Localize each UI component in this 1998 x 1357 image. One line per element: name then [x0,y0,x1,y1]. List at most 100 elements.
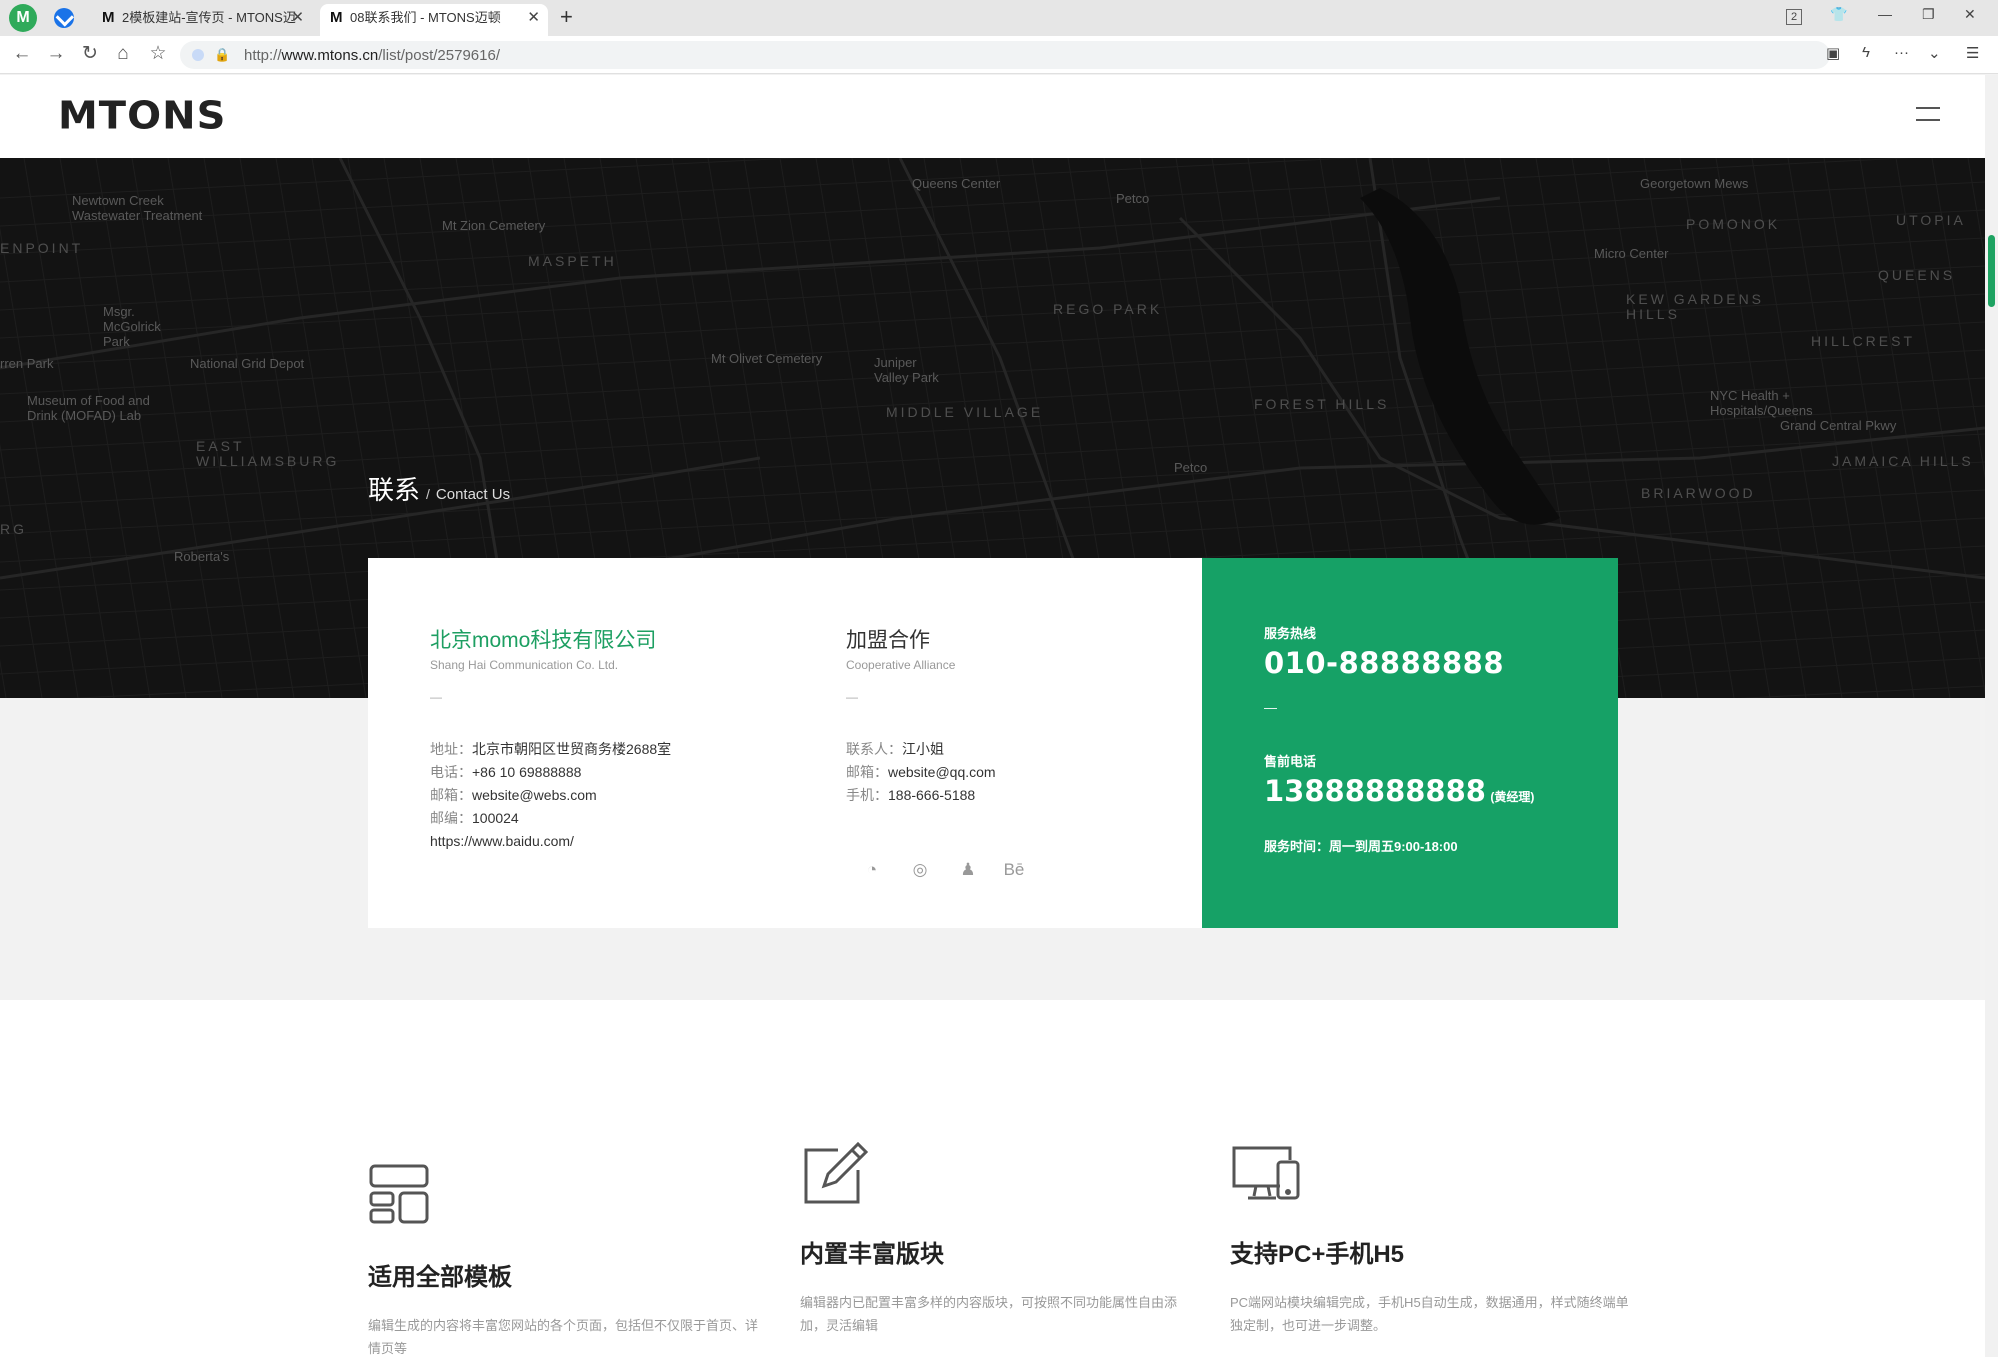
close-window-icon[interactable]: ✕ [1964,6,1976,23]
tab-contact-us[interactable]: M 08联系我们 - MTONS迈顿 ✕ [320,4,548,36]
tab-close-icon[interactable]: ✕ [291,4,304,32]
address-toolbar: ← → ↻ ⌂ ☆ 🔒 http://www.mtons.cn/list/pos… [0,36,1998,74]
url-scheme: http:// [244,47,282,64]
dropdown-icon[interactable]: ⌄ [1928,44,1941,62]
tab-title: 08联系我们 - MTONS迈顿 [350,10,501,25]
feature-description: PC端网站模块编辑完成，手机H5自动生成，数据通用，样式随终端单独定制，也可进一… [1230,1295,1629,1333]
security-icon[interactable]: 🔒 [214,47,230,63]
tab-close-icon[interactable]: ✕ [527,4,540,32]
map-place-label: FOREST HILLS [1254,396,1390,412]
home-icon[interactable]: ⌂ [111,42,135,66]
wechat-icon[interactable]: ◎ [908,858,932,882]
page-title: 联系 / Contact Us [368,470,510,507]
map-place-label: National Grid Depot [190,356,305,371]
pc-mobile-icon [1232,1146,1300,1200]
map-place-label: Queens Center [912,176,1001,191]
detail-key: 电话： [430,764,472,780]
detail-value: +86 10 69888888 [472,764,582,780]
detail-line: 邮箱：website@qq.com [846,761,996,784]
qq-icon[interactable]: ♟ [956,858,980,882]
url-domain: www.mtons.cn [281,47,379,64]
map-place-label: Grand Central Pkwy [1780,418,1897,433]
feature-title: 支持PC+手机H5 [1230,1241,1405,1268]
behance-icon[interactable]: Bē [1002,858,1026,882]
detail-key: 地址： [430,741,472,757]
title-separator: / [426,486,430,502]
alliance-title: 加盟合作 [846,629,930,652]
browser-tab-bar: M M 2模板建站-宣传页 - MTONS迈 ✕ M 08联系我们 - MTON… [0,0,1998,36]
tab-favicon-icon: M [330,9,343,26]
screenshot-icon[interactable]: ▣ [1826,44,1840,62]
company-subtitle: Shang Hai Communication Co. Ltd. [430,658,619,672]
pinned-tab-icon[interactable] [54,8,74,28]
detail-key: 邮编： [430,810,472,826]
service-hours: 服务时间：周一到周五9:00-18:00 [1264,839,1458,854]
url-path: /list/post/2579616/ [378,47,500,64]
forward-icon[interactable]: → [44,42,68,66]
weibo-icon[interactable]: ◔ [860,858,884,882]
more-icon[interactable]: ··· [1894,44,1909,61]
detail-key: 手机： [846,787,888,803]
map-place-label: ENPOINT [0,240,84,256]
map-place-label: POMONOK [1686,216,1781,232]
detail-key: 邮箱： [846,764,888,780]
map-place-label: Mt Zion Cemetery [442,218,546,233]
scrollbar-thumb[interactable] [1988,235,1995,307]
favorites-icon[interactable]: ☆ [146,42,170,66]
new-tab-button[interactable]: + [560,4,573,30]
map-place-label: EAST WILLIAMSBURG [196,438,340,469]
reload-icon[interactable]: ↻ [78,42,102,66]
detail-value: website@webs.com [472,787,597,803]
page-viewport: MTONS Newtown Creek Wastewater Treatment… [0,75,1985,1357]
feature-description: 编辑生成的内容将丰富您网站的各个页面，包括但不仅限于首页、详情页等 [368,1318,759,1356]
page-scrollbar[interactable] [1985,75,1998,1357]
divider-dash: — [846,690,858,704]
url-text[interactable]: http://www.mtons.cn/list/post/2579616/ [244,47,500,64]
tab-template-site[interactable]: M 2模板建站-宣传页 - MTONS迈 ✕ [92,4,312,36]
detail-value: 188-666-5188 [888,787,976,803]
feature-description: 编辑器内已配置丰富多样的内容版块，可按照不同功能属性自由添加，灵活编辑 [800,1295,1178,1333]
map-place-label: HILLCREST [1811,333,1916,349]
feature-title: 内置丰富版块 [800,1241,944,1268]
detail-line: 邮编：100024 [430,807,671,830]
map-place-label: Georgetown Mews [1640,176,1749,191]
presale-phone: 13888888888 (黄经理) [1264,774,1534,808]
hotline-label: 服务热线 [1264,626,1317,641]
map-place-label: Roberta's [174,549,230,564]
divider-dash: — [1264,700,1277,715]
url-field[interactable]: 🔒 http://www.mtons.cn/list/post/2579616/ [180,41,1830,69]
browser-logo-icon[interactable]: M [9,4,37,32]
tab-count-icon[interactable]: 2 [1786,9,1802,25]
presale-number[interactable]: 13888888888 [1264,774,1486,808]
lightning-icon[interactable]: ϟ [1862,44,1870,61]
hotline-number[interactable]: 010-88888888 [1264,646,1504,680]
divider-dash: — [430,690,442,704]
detail-line: 电话：+86 10 69888888 [430,761,671,784]
menu-icon[interactable]: ☰ [1966,44,1979,62]
skin-icon[interactable]: 👕 [1830,6,1847,23]
detail-value: 江小姐 [902,741,944,757]
presale-label: 售前电话 [1264,754,1317,769]
detail-line: 邮箱：website@webs.com [430,784,671,807]
site-logo[interactable]: MTONS [58,94,226,138]
map-place-label: REGO PARK [1053,301,1163,317]
hamburger-menu-icon[interactable] [1916,107,1940,123]
tab-favicon-icon: M [102,9,115,26]
map-place-label: Museum of Food and Drink (MOFAD) Lab [27,393,150,423]
site-info-icon[interactable] [192,49,204,61]
site-header: MTONS [0,75,1985,158]
map-place-label: NYC Health + Hospitals/Queens [1710,388,1813,418]
restore-icon[interactable]: ❐ [1922,6,1935,23]
map-place-label: BRIARWOOD [1641,485,1756,501]
service-panel: 服务热线 010-88888888 — 售前电话 13888888888 (黄经… [1202,558,1618,928]
detail-value: website@qq.com [888,764,996,780]
detail-value: 100024 [472,810,519,826]
detail-value: 北京市朝阳区世贸商务楼2688室 [472,741,672,757]
map-place-label: KEW GARDENS HILLS [1626,291,1765,322]
feature-title: 适用全部模板 [368,1264,512,1291]
minimize-icon[interactable]: — [1878,6,1892,22]
map-place-label: RG [0,521,27,537]
detail-line: 地址：北京市朝阳区世贸商务楼2688室 [430,738,671,761]
back-icon[interactable]: ← [10,42,34,66]
map-place-label: Micro Center [1594,246,1669,261]
